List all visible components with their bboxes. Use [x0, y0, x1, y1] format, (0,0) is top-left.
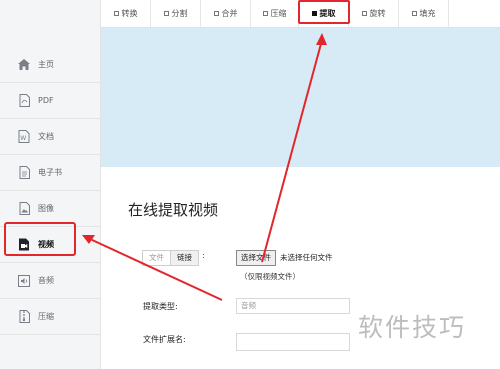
arrowhead-up-icon: [316, 33, 327, 45]
annotation-arrows: [82, 33, 327, 301]
arrow-to-extract-tab: [261, 39, 323, 263]
arrow-to-video-item: [89, 238, 223, 301]
